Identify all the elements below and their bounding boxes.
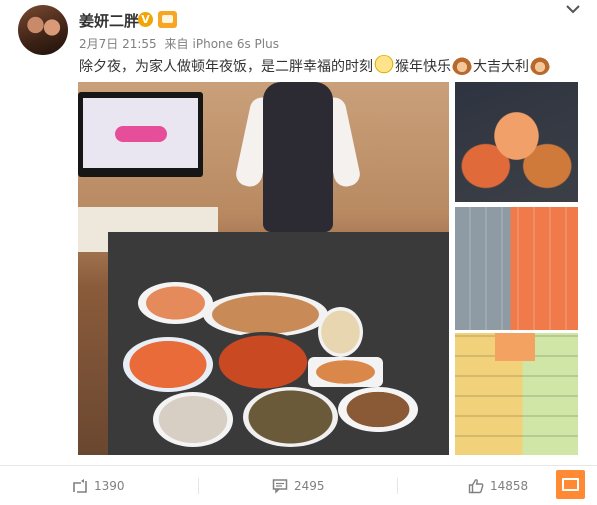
post-source[interactable]: iPhone 6s Plus [193,37,279,51]
tv-logo [115,126,167,142]
comment-icon [272,479,288,494]
repost-button[interactable]: 1390 [72,466,125,505]
post-text: 除夕夜，为家人做顿年夜饭，是二胖幸福的时刻 猴年快乐 大吉大利 [79,55,551,77]
author-name[interactable]: 姜妍二胖 [79,10,139,31]
verified-badge-icon: V [138,12,153,27]
post-text-part3: 大吉大利 [473,59,529,75]
seafood-platter-photo[interactable] [455,82,578,202]
dumplings-tray-photo[interactable] [455,333,578,455]
source-prefix: 来自 [164,37,189,51]
chevron-down-icon[interactable] [566,4,580,14]
crawfish-dish [213,332,313,392]
like-button[interactable]: 14858 [468,466,528,505]
person [233,82,363,242]
dinner-table-photo[interactable] [78,82,449,455]
repost-icon [73,479,87,493]
monkey-emoji-icon [452,55,472,75]
fish-dish [203,292,328,337]
monkey-emoji-icon [530,55,550,75]
dish [318,307,363,357]
shrimp-tray-photo[interactable] [455,207,578,330]
like-count: 14858 [490,479,529,493]
member-icon[interactable] [158,11,177,28]
tv [78,92,203,177]
weibo-post: 姜妍二胖 V 2月7日 21:55 来自 iPhone 6s Plus 除夕夜，为… [0,0,597,505]
comment-count: 2495 [294,479,325,493]
message-button[interactable] [556,470,585,499]
avatar[interactable] [18,5,68,55]
post-date[interactable]: 2月7日 21:55 [79,37,157,51]
post-meta: 2月7日 21:55 来自 iPhone 6s Plus [79,35,283,52]
shrimp-dish [123,337,213,392]
smile-sad-emoji-icon [374,55,394,75]
action-bar: 1390 2495 14858 [0,465,597,505]
dish [138,282,213,324]
divider [198,478,199,494]
repost-count: 1390 [94,479,125,493]
dish [308,357,383,387]
mail-icon [562,478,579,491]
divider [397,478,398,494]
abalone-dish [243,387,338,447]
post-text-part1: 除夕夜，为家人做顿年夜饭，是二胖幸福的时刻 [79,59,373,75]
post-text-part2: 猴年快乐 [395,59,451,75]
dish [153,392,233,447]
thumbs-up-icon [468,479,484,494]
comment-button[interactable]: 2495 [272,466,325,505]
dish [338,387,418,432]
